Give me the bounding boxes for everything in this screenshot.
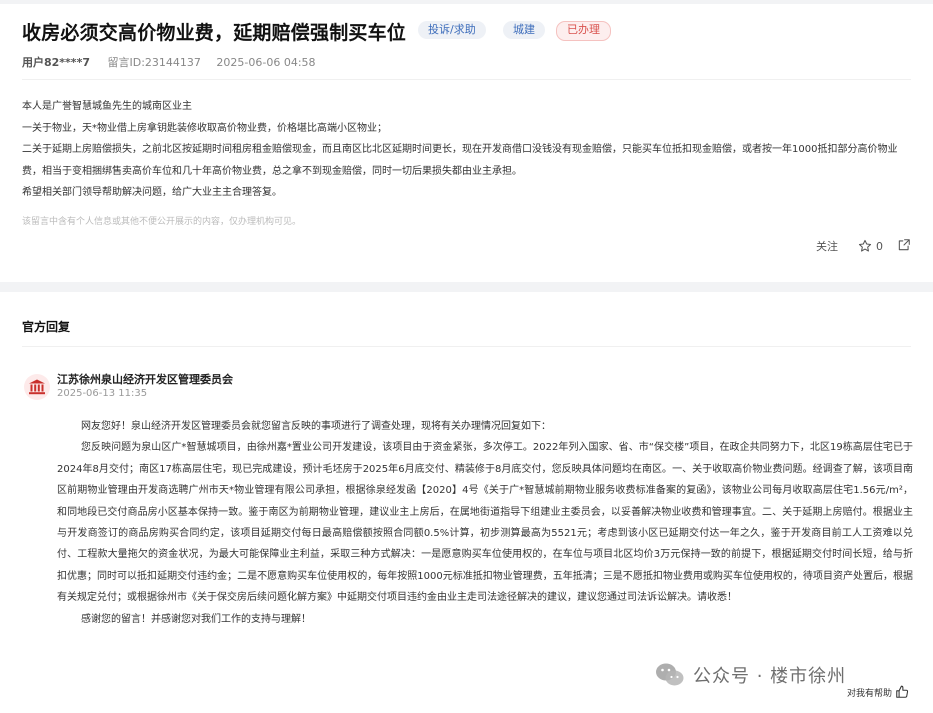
message-title: 收房必须交高价物业费，延期赔偿强制买车位 bbox=[22, 22, 407, 44]
follow-button[interactable]: 关注 bbox=[816, 238, 838, 254]
tag-category[interactable]: 投诉/求助 bbox=[418, 21, 486, 39]
reply-paragraph: 您反映问题为泉山区广*智慧城项目，由徐州嘉*置业公司开发建设，该项目由于资金紧张… bbox=[57, 442, 913, 604]
message-card: 收房必须交高价物业费，延期赔偿强制买车位 投诉/求助 城建 已办理 用户82**… bbox=[0, 4, 933, 282]
divider bbox=[22, 346, 911, 347]
body-line: 二关于延期上房赔偿损失，之前北区按延期时间租房租金赔偿现金，而且南区比北区延期时… bbox=[22, 144, 898, 177]
star-icon bbox=[858, 239, 872, 252]
avatar bbox=[24, 374, 50, 400]
body-line: 希望相关部门领导帮助解决问题，给广大业主主合理答复。 bbox=[22, 187, 282, 198]
org-name: 江苏徐州泉山经济开发区管理委员会 bbox=[57, 373, 233, 386]
reply-paragraph: 感谢您的留言！并感谢您对我们工作的支持与理解！ bbox=[81, 613, 311, 625]
official-reply-card: 官方回复 江苏徐州泉山经济开发区管理委员会 2025-06-13 11:35 网… bbox=[0, 292, 933, 713]
user-name: 用户82****7 bbox=[22, 56, 90, 69]
watermark-text: 公众号 · 楼市徐州 bbox=[693, 666, 847, 687]
message-meta: 用户82****7 留言ID:23144137 2025-06-06 04:58 bbox=[22, 54, 316, 70]
share-button[interactable] bbox=[897, 238, 911, 255]
government-building-icon bbox=[29, 379, 45, 395]
message-actions: 关注 0 bbox=[816, 237, 911, 255]
share-icon bbox=[898, 238, 910, 250]
message-body: 本人是广誉智慧城鱼先生的城南区业主 一关于物业，天*物业借上房拿钥匙装修收取高价… bbox=[22, 96, 912, 204]
body-line: 一关于物业，天*物业借上房拿钥匙装修收取高价物业费，价格堪比高端小区物业； bbox=[22, 122, 387, 134]
helpful-label: 对我有帮助 bbox=[846, 688, 892, 699]
like-button[interactable]: 0 bbox=[858, 239, 883, 253]
reply-time: 2025-06-13 11:35 bbox=[57, 388, 148, 399]
divider bbox=[22, 79, 911, 80]
message-time: 2025-06-06 04:58 bbox=[216, 56, 316, 69]
privacy-note: 该留言中含有个人信息或其他不便公开展示的内容，仅办理机构可见。 bbox=[22, 217, 302, 227]
helpful-button[interactable]: 对我有帮助 bbox=[847, 685, 909, 699]
reply-paragraph: 网友您好！泉山经济开发区管理委员会就您留言反映的事项进行了调查处理，现将有关办理… bbox=[81, 421, 551, 432]
like-count: 0 bbox=[876, 239, 883, 253]
status-badge: 已办理 bbox=[556, 21, 611, 41]
watermark: 公众号 · 楼市徐州 bbox=[655, 662, 846, 688]
body-line: 本人是广誉智慧城鱼先生的城南区业主 bbox=[22, 101, 192, 112]
thumbs-up-icon bbox=[896, 685, 909, 698]
reply-body: 网友您好！泉山经济开发区管理委员会就您留言反映的事项进行了调查处理，现将有关办理… bbox=[57, 416, 913, 630]
section-title: 官方回复 bbox=[22, 320, 71, 334]
wechat-icon bbox=[656, 663, 684, 686]
message-id: 留言ID:23144137 bbox=[107, 56, 201, 69]
tag-domain[interactable]: 城建 bbox=[503, 21, 545, 39]
